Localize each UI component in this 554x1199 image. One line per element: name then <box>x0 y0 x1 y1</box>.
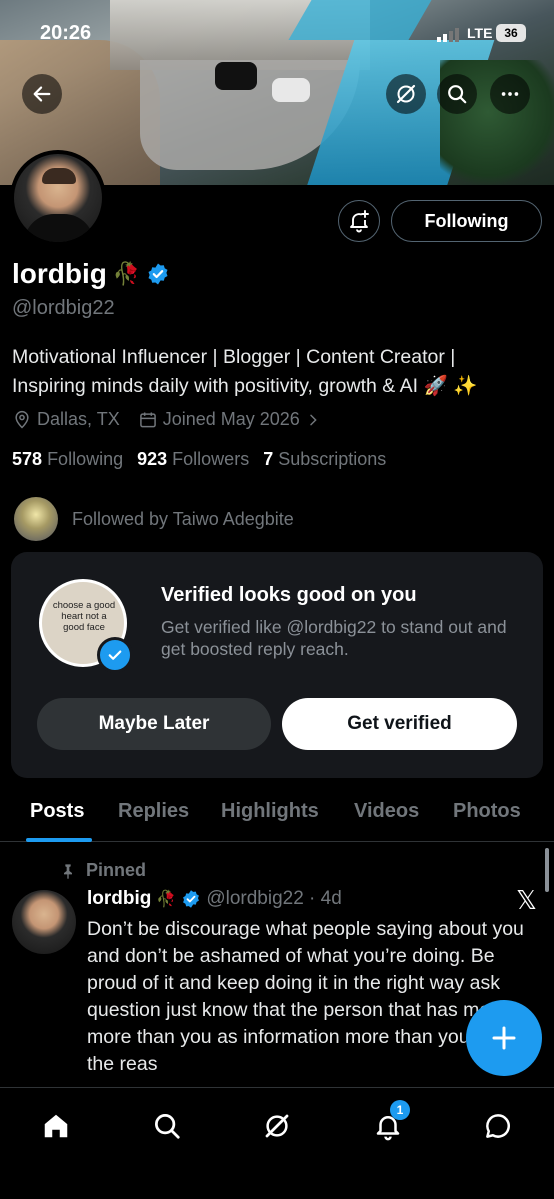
followers-stat[interactable]: 923 Followers <box>137 449 249 470</box>
profile-meta: Dallas, TX Joined May 2026 <box>12 409 339 430</box>
tab-replies[interactable]: Replies <box>118 800 189 823</box>
tab-highlights[interactable]: Highlights <box>221 800 319 823</box>
promo-avatar-text: choose a good heart not a good face <box>52 600 116 633</box>
verified-badge-icon[interactable] <box>146 262 170 286</box>
nav-search[interactable] <box>145 1104 189 1148</box>
calendar-icon <box>139 412 156 427</box>
profile-stats: 578 Following 923 Followers 7 Subscripti… <box>12 449 386 470</box>
grok-button[interactable] <box>386 74 426 114</box>
status-bar: 20:26 LTE 36 <box>0 18 554 48</box>
battery-indicator: 36 <box>496 24 526 42</box>
nav-home[interactable] <box>34 1104 78 1148</box>
bottom-navigation: 1 <box>0 1087 554 1199</box>
name-row: lordbig 🥀 <box>12 258 170 290</box>
tab-photos[interactable]: Photos <box>453 800 521 823</box>
name-emoji: 🥀 <box>112 261 141 286</box>
arrow-left-icon <box>33 86 51 102</box>
location-icon <box>15 410 29 429</box>
follower-avatar <box>14 497 58 541</box>
verified-badge-icon <box>183 890 200 908</box>
subscriptions-stat[interactable]: 7 Subscriptions <box>263 449 386 470</box>
nav-grok[interactable] <box>255 1104 299 1148</box>
pinned-label: Pinned <box>60 860 146 881</box>
tab-posts[interactable]: Posts <box>30 800 84 823</box>
post-handle-time: @lordbig22 · 4d <box>206 888 342 909</box>
joined-text: Joined May 2026 <box>162 409 300 429</box>
network-label: LTE <box>467 25 493 41</box>
active-tab-indicator <box>26 838 92 842</box>
profile-handle: @lordbig22 <box>12 297 115 319</box>
promo-description: Get verified like @lordbig22 to stand ou… <box>161 617 507 659</box>
maybe-later-button[interactable]: Maybe Later <box>37 698 271 750</box>
plus-icon <box>492 1026 516 1050</box>
verified-promo-card: choose a good heart not a good face Veri… <box>11 552 543 778</box>
following-button[interactable]: Following <box>391 200 542 242</box>
messages-icon <box>486 1114 510 1138</box>
more-button[interactable] <box>490 74 530 114</box>
post-author-avatar[interactable] <box>12 890 76 954</box>
search-icon <box>448 85 467 104</box>
notification-badge: 1 <box>390 1100 410 1120</box>
status-time: 20:26 <box>40 22 92 44</box>
location-text: Dallas, TX <box>37 409 120 429</box>
nav-messages[interactable] <box>476 1104 520 1148</box>
bio-line: Motivational Influencer | Blogger | Cont… <box>12 346 456 368</box>
profile-avatar[interactable] <box>10 150 106 246</box>
promo-title: Verified looks good on you <box>161 584 417 606</box>
bell-plus-icon <box>350 210 369 233</box>
post-text[interactable]: Don’t be discourage what people saying a… <box>87 916 537 1086</box>
nav-notifications[interactable]: 1 <box>366 1100 410 1148</box>
profile-tabs: Posts Replies Highlights Videos Photos <box>0 790 554 842</box>
followed-by-text: Followed by Taiwo Adegbite <box>72 508 294 529</box>
scrollbar[interactable] <box>545 848 549 892</box>
x-logo-icon: 𝕏 <box>516 886 537 916</box>
chevron-right-icon <box>310 414 317 425</box>
notifications-toggle-button[interactable] <box>338 200 380 242</box>
verified-check-icon <box>97 637 133 673</box>
search-button[interactable] <box>437 74 477 114</box>
following-stat[interactable]: 578 Following <box>12 449 123 470</box>
home-icon <box>44 1114 68 1138</box>
get-verified-button[interactable]: Get verified <box>282 698 517 750</box>
signal-icon <box>437 28 459 42</box>
grok-icon <box>396 84 416 104</box>
grok-icon <box>265 1114 289 1138</box>
search-icon <box>155 1114 180 1139</box>
display-name: lordbig <box>12 258 107 289</box>
post-header: lordbig 🥀 @lordbig22 · 4d <box>87 888 342 910</box>
back-button[interactable] <box>22 74 62 114</box>
post-author-name[interactable]: lordbig <box>87 888 151 910</box>
more-icon <box>501 92 519 96</box>
joined-link[interactable]: Joined May 2026 <box>138 409 321 430</box>
profile-bio: Motivational Influencer | Blogger | Cont… <box>12 343 542 401</box>
pin-icon <box>64 863 72 879</box>
bio-line: Inspiring minds daily with positivity, g… <box>12 375 478 397</box>
post-author-emoji: 🥀 <box>156 891 177 908</box>
followed-by-row[interactable]: Followed by Taiwo Adegbite <box>14 497 294 541</box>
tab-videos[interactable]: Videos <box>354 800 419 823</box>
compose-button[interactable] <box>466 1000 542 1076</box>
